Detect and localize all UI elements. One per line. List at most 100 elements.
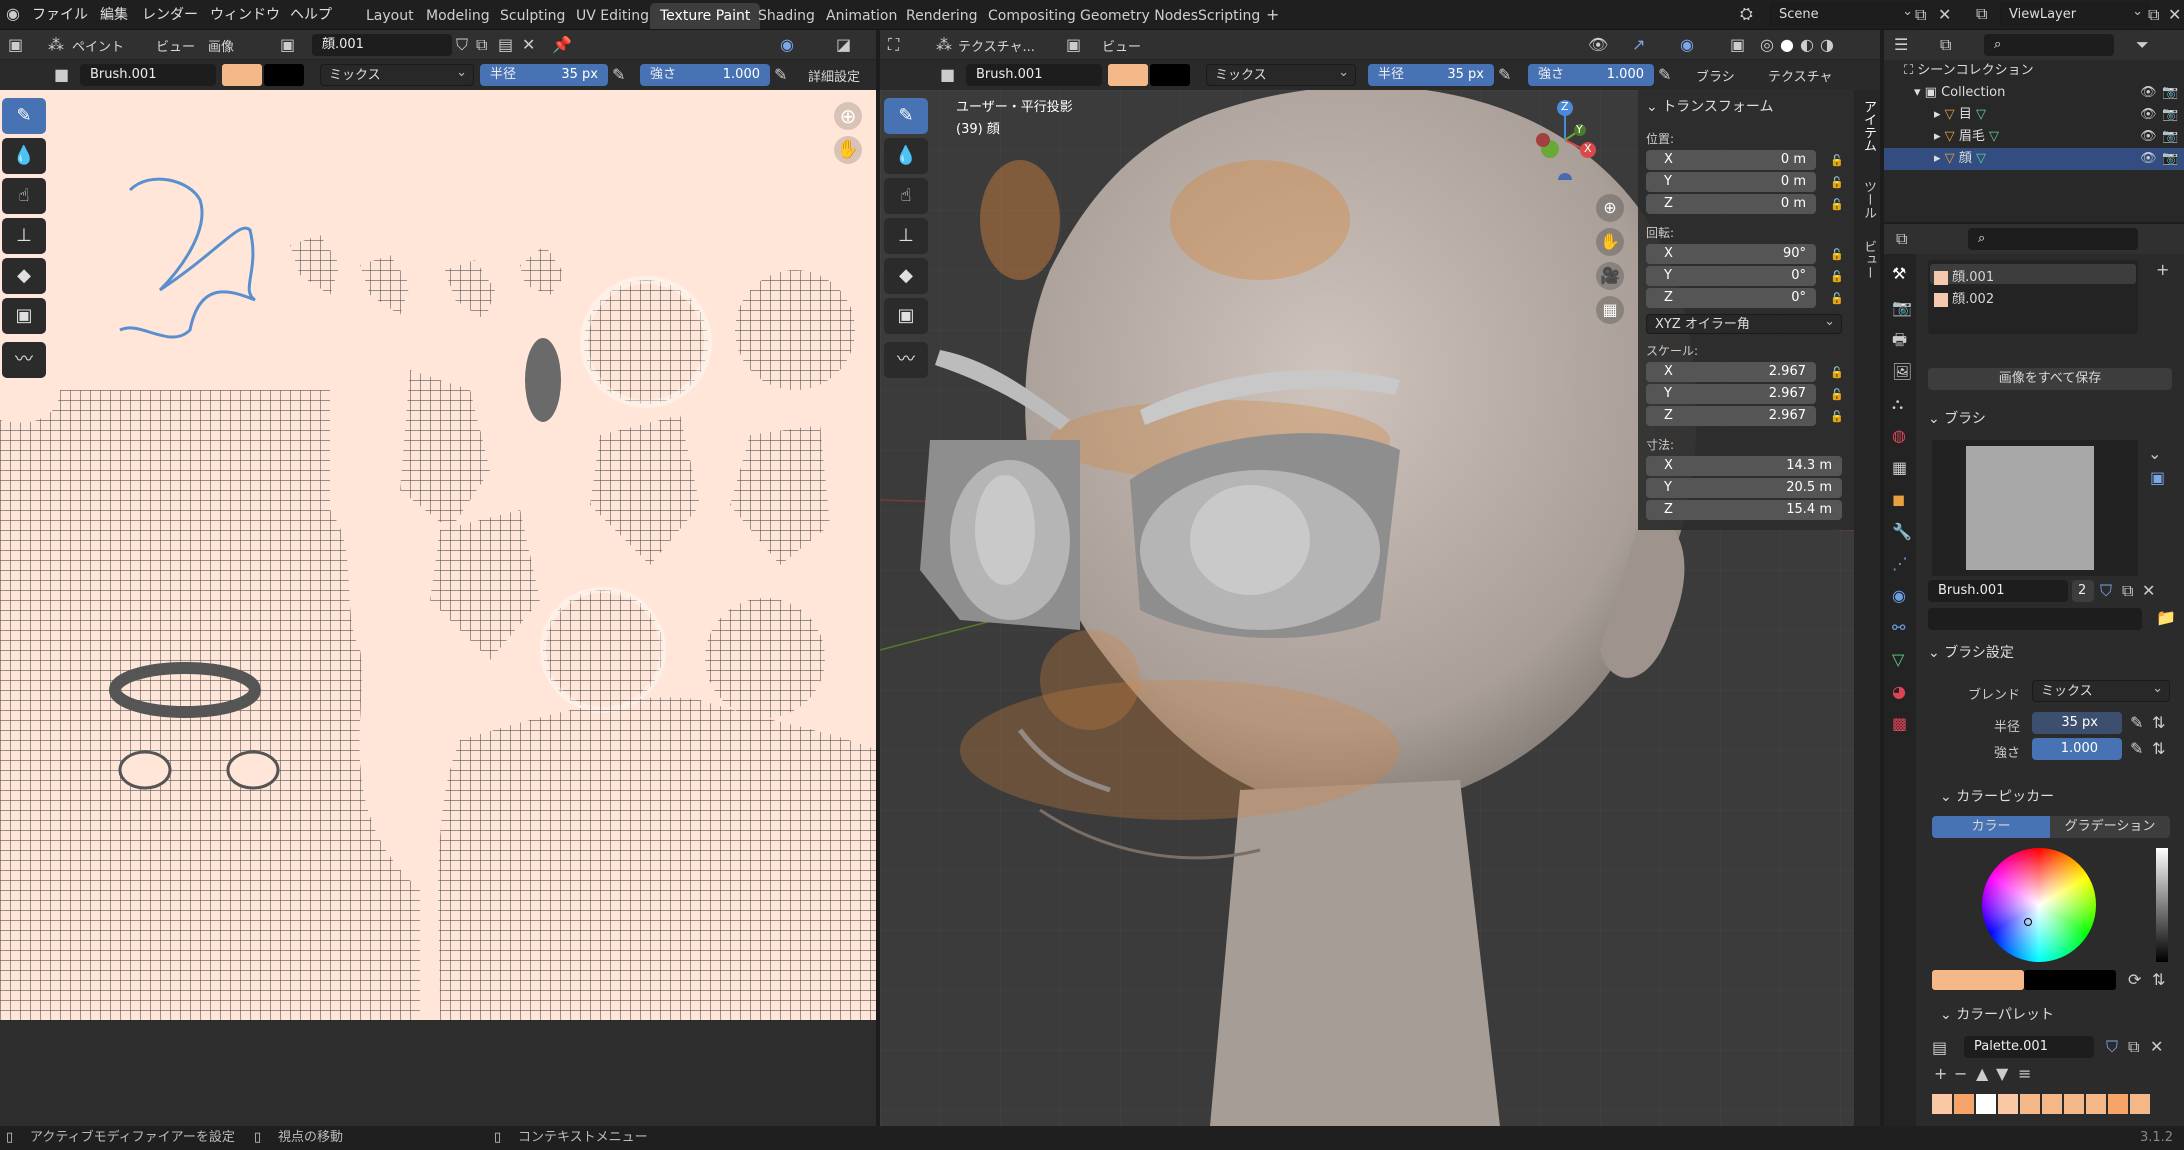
strength-field[interactable]: 1.000 (2032, 738, 2122, 760)
palette-swatch[interactable] (1954, 1094, 1974, 1114)
lock-icon[interactable]: 🔓 (1830, 198, 1844, 211)
brush-icon[interactable]: ■ (54, 67, 69, 83)
object-row-face-selected[interactable] (1884, 148, 2184, 170)
gizmo-toggle-icon[interactable]: ↗ (1632, 37, 1645, 53)
palette-name-field[interactable]: Palette.001 (1964, 1036, 2094, 1058)
draw-tool-button[interactable]: ✎ (2, 98, 46, 134)
brush-name-field[interactable]: Brush.001 (966, 64, 1102, 86)
wireframe-shading-icon[interactable]: ◎ (1760, 37, 1774, 53)
add-slot-icon[interactable]: + (2156, 262, 2169, 278)
palette-swatch[interactable] (1976, 1094, 1996, 1114)
fill-tool-button[interactable]: ◆ (2, 258, 46, 294)
location-x-field[interactable]: X0 m (1646, 150, 1816, 170)
primary-color-swatch[interactable] (222, 64, 262, 86)
lock-icon[interactable]: 🔓 (1830, 292, 1844, 305)
unlink-image-icon[interactable]: ✕ (522, 37, 535, 53)
zoom-icon[interactable]: ⊕ (834, 102, 862, 130)
radius-field[interactable]: 半径 35 px (480, 64, 608, 86)
scene-selector[interactable]: Scene (1770, 1, 1920, 25)
blend-mode-dropdown[interactable]: ミックス (2032, 678, 2170, 702)
dimensions-y-field[interactable]: Y 20.5 m (1646, 478, 1842, 498)
lock-icon[interactable]: 🔓 (1830, 154, 1844, 167)
brush-users-field[interactable]: 2 (2072, 580, 2094, 602)
fake-user-icon[interactable]: ⛉ (2106, 1039, 2118, 1055)
strength-field[interactable]: 強さ 1.000 (640, 64, 770, 86)
clone-tool-button[interactable]: ⊥ (2, 218, 46, 254)
collection-tab-icon[interactable]: ▦ (1892, 460, 1907, 476)
open-image-icon[interactable]: ▤ (498, 37, 513, 53)
gradient-tab-button[interactable]: グラデーション (2050, 816, 2170, 838)
camera-icon[interactable]: 📷 (2162, 152, 2178, 165)
tab-view[interactable]: ビュー (1859, 240, 1878, 279)
filter-icon[interactable]: ⏷ (2136, 37, 2149, 53)
texture-tab-icon[interactable]: ▩ (1892, 716, 1907, 732)
texture-slot-2[interactable]: 顔.002 (1934, 288, 1994, 307)
eye-icon[interactable]: 👁 (2140, 130, 2157, 143)
tab-texture-paint[interactable]: Texture Paint (650, 3, 761, 29)
soften-tool-button[interactable]: 💧 (2, 138, 46, 174)
draw-tool-button[interactable]: ✎ (884, 98, 928, 134)
radius-pressure-icon[interactable]: ✎ (1498, 67, 1511, 83)
strength-lock-icon[interactable]: ⇅ (2152, 741, 2165, 757)
palette-swatch[interactable] (2064, 1094, 2084, 1114)
brush-image-icon[interactable]: ▣ (2150, 470, 2165, 486)
scale-y-field[interactable]: Y 2.967 (1646, 384, 1816, 404)
blender-logo-icon[interactable]: ◉ (6, 6, 20, 22)
blend-mode-dropdown[interactable]: ミックス (1206, 62, 1356, 86)
radius-unit-icon[interactable]: ⇅ (2152, 715, 2165, 731)
tab-sculpting[interactable]: Sculpting (490, 3, 575, 29)
camera-view-icon[interactable]: 🎥 (1596, 262, 1624, 290)
tab-rendering[interactable]: Rendering (896, 3, 988, 29)
radius-field[interactable]: 35 px (2032, 712, 2122, 734)
annotate-tool-button[interactable]: 〰 (884, 342, 928, 378)
duplicate-palette-icon[interactable]: ⧉ (2128, 1039, 2139, 1055)
delete-scene-icon[interactable]: ✕ (1938, 7, 1951, 23)
brush-browse-icon[interactable]: ⌄ (2148, 446, 2161, 462)
brush-settings-header[interactable]: ⌄ ブラシ設定 (1928, 642, 2014, 662)
object-row-eyebrows[interactable]: ▸ ▽ 眉毛 ▽ (1934, 126, 1999, 148)
object-row-eyes[interactable]: ▸ ▽ 目 ▽ (1934, 104, 1986, 126)
remove-color-icon[interactable]: − (1954, 1066, 1967, 1082)
delete-viewlayer-icon[interactable]: ✕ (2168, 7, 2181, 23)
physics-tab-icon[interactable]: ◉ (1892, 588, 1906, 604)
zoom-icon[interactable]: ⊕ (1596, 194, 1624, 222)
lock-icon[interactable]: 🔓 (1830, 176, 1844, 189)
rotation-x-field[interactable]: X 90° (1646, 244, 1816, 264)
unlink-palette-icon[interactable]: ✕ (2150, 1039, 2163, 1055)
menu-file[interactable]: ファイル (32, 0, 88, 30)
lock-icon[interactable]: 🔓 (1830, 366, 1844, 379)
tab-uv-editing[interactable]: UV Editing (566, 3, 659, 29)
editor-type-icon[interactable]: ⛶ (888, 37, 899, 53)
camera-icon[interactable]: 📷 (2162, 108, 2178, 121)
tab-tool[interactable]: ツール (1859, 180, 1878, 219)
scene-icon[interactable]: ⛭ (1740, 6, 1753, 22)
texture-paint-mode-icon[interactable]: ⁂ (936, 37, 952, 53)
brush-section-header[interactable]: ⌄ ブラシ (1928, 408, 1986, 428)
modifier-tab-icon[interactable]: 🔧 (1892, 524, 1912, 540)
solid-shading-icon[interactable]: ● (1780, 37, 1794, 53)
eye-icon[interactable]: 👁 (2140, 152, 2157, 165)
palette-swatch[interactable] (2020, 1094, 2040, 1114)
eye-icon[interactable]: 👁 (2140, 108, 2157, 121)
object-row-face[interactable]: ▸ ▽ 顔 ▽ (1934, 148, 1986, 170)
display-channels-icon[interactable]: ◪ (836, 37, 851, 53)
lock-icon[interactable]: 🔓 (1830, 388, 1844, 401)
display-mode-icon[interactable]: ⧉ (1940, 37, 1951, 53)
secondary-color-swatch[interactable] (1150, 64, 1190, 86)
mask-tool-button[interactable]: ▣ (884, 298, 928, 334)
tab-layout[interactable]: Layout (356, 3, 424, 29)
output-tab-icon[interactable]: 🖶 (1892, 332, 1907, 348)
fake-user-icon[interactable]: ⛉ (2100, 583, 2112, 599)
image-browse-icon[interactable]: ▣ (280, 37, 295, 53)
annotate-tool-button[interactable]: 〰 (2, 342, 46, 378)
tab-item[interactable]: アイテム (1859, 100, 1878, 152)
strength-pressure-icon[interactable]: ✎ (1658, 67, 1671, 83)
duplicate-brush-icon[interactable]: ⧉ (2122, 583, 2133, 599)
uv-canvas[interactable]: ⊕ ✋ (0, 90, 876, 1020)
mode-selector[interactable]: ペイント (72, 36, 124, 55)
value-slider[interactable] (2156, 848, 2168, 962)
color-options-icon[interactable]: ⇅ (2152, 972, 2165, 988)
primary-color-swatch[interactable] (1932, 970, 2024, 990)
color-tab-button[interactable]: カラー (1932, 816, 2050, 838)
palette-icon[interactable]: ▤ (1932, 1040, 1947, 1056)
